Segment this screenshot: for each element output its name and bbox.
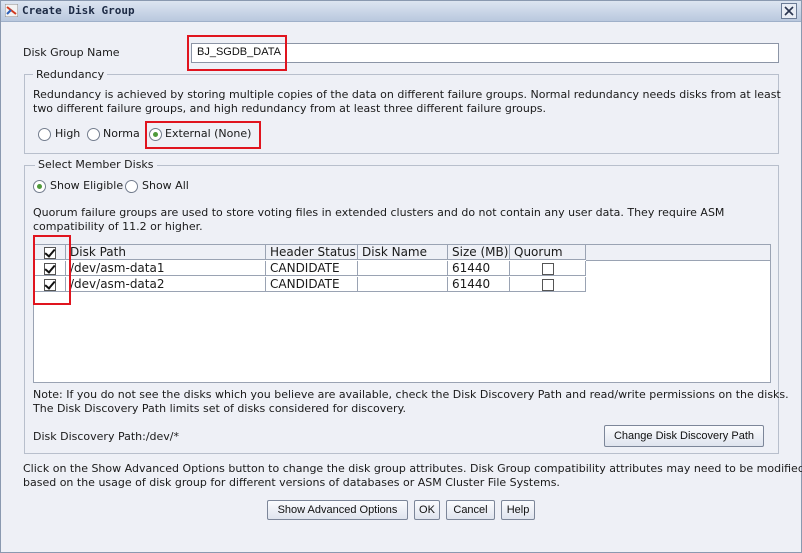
member-disks-legend: Select Member Disks: [35, 158, 157, 171]
radio-normal-label[interactable]: Normal: [103, 127, 139, 140]
window-title: Create Disk Group: [22, 4, 135, 17]
create-disk-group-dialog: Create Disk Group Disk Group Name Redund…: [0, 0, 802, 553]
radio-show-all[interactable]: [125, 180, 138, 193]
radio-show-all-label[interactable]: Show All: [142, 179, 189, 192]
cell-disk-path[interactable]: /dev/asm-data1: [66, 261, 266, 276]
ok-button[interactable]: OK: [414, 500, 440, 520]
disk-table[interactable]: Disk Path Header Status Disk Name Size (…: [33, 244, 771, 383]
close-icon: [784, 6, 794, 16]
radio-high-label[interactable]: High: [55, 127, 80, 140]
disk-group-name-label: Disk Group Name: [23, 46, 120, 59]
redundancy-legend: Redundancy: [33, 68, 108, 81]
close-button[interactable]: [781, 3, 797, 19]
radio-high[interactable]: [38, 128, 51, 141]
cell-quorum[interactable]: [510, 261, 586, 276]
app-icon: [5, 4, 18, 17]
discovery-note-2: The Disk Discovery Path limits set of di…: [33, 402, 407, 415]
column-header-disk-path[interactable]: Disk Path: [66, 245, 266, 260]
checkbox-highlight-box: [33, 235, 71, 305]
cancel-button[interactable]: Cancel: [446, 500, 495, 520]
column-header-size[interactable]: Size (MB): [448, 245, 510, 260]
quorum-checkbox[interactable]: [542, 279, 554, 291]
column-header-header-status[interactable]: Header Status: [266, 245, 358, 260]
title-bar[interactable]: Create Disk Group: [1, 1, 801, 22]
redundancy-description-1: Redundancy is achieved by storing multip…: [33, 88, 781, 101]
radio-show-eligible-label[interactable]: Show Eligible: [50, 179, 123, 192]
header-filler: [586, 245, 770, 261]
quorum-checkbox[interactable]: [542, 263, 554, 275]
help-button[interactable]: Help: [501, 500, 535, 520]
cell-disk-path[interactable]: /dev/asm-data2: [66, 277, 266, 292]
cell-header-status[interactable]: CANDIDATE: [266, 277, 358, 292]
advanced-description-1: Click on the Show Advanced Options butto…: [23, 462, 802, 475]
quorum-description-1: Quorum failure groups are used to store …: [33, 206, 725, 219]
change-discovery-path-button[interactable]: Change Disk Discovery Path: [604, 425, 764, 447]
quorum-description-2: compatibility of 11.2 or higher.: [33, 220, 203, 233]
show-advanced-options-button[interactable]: Show Advanced Options: [267, 500, 408, 520]
cell-disk-name[interactable]: [358, 261, 448, 276]
radio-show-eligible[interactable]: [33, 180, 46, 193]
discovery-note-1: Note: If you do not see the disks which …: [33, 388, 789, 401]
name-highlight-box: [187, 35, 287, 71]
radio-normal[interactable]: [87, 128, 100, 141]
discovery-path-label: Disk Discovery Path:/dev/*: [33, 430, 180, 443]
advanced-description-2: based on the usage of disk group for dif…: [23, 476, 560, 489]
redundancy-description-2: two different failure groups, and high r…: [33, 102, 547, 115]
external-highlight-box: [145, 121, 261, 149]
cell-size[interactable]: 61440: [448, 261, 510, 276]
cell-disk-name[interactable]: [358, 277, 448, 292]
cell-size[interactable]: 61440: [448, 277, 510, 292]
cell-header-status[interactable]: CANDIDATE: [266, 261, 358, 276]
column-header-disk-name[interactable]: Disk Name: [358, 245, 448, 260]
cell-quorum[interactable]: [510, 277, 586, 292]
column-header-quorum[interactable]: Quorum: [510, 245, 586, 260]
